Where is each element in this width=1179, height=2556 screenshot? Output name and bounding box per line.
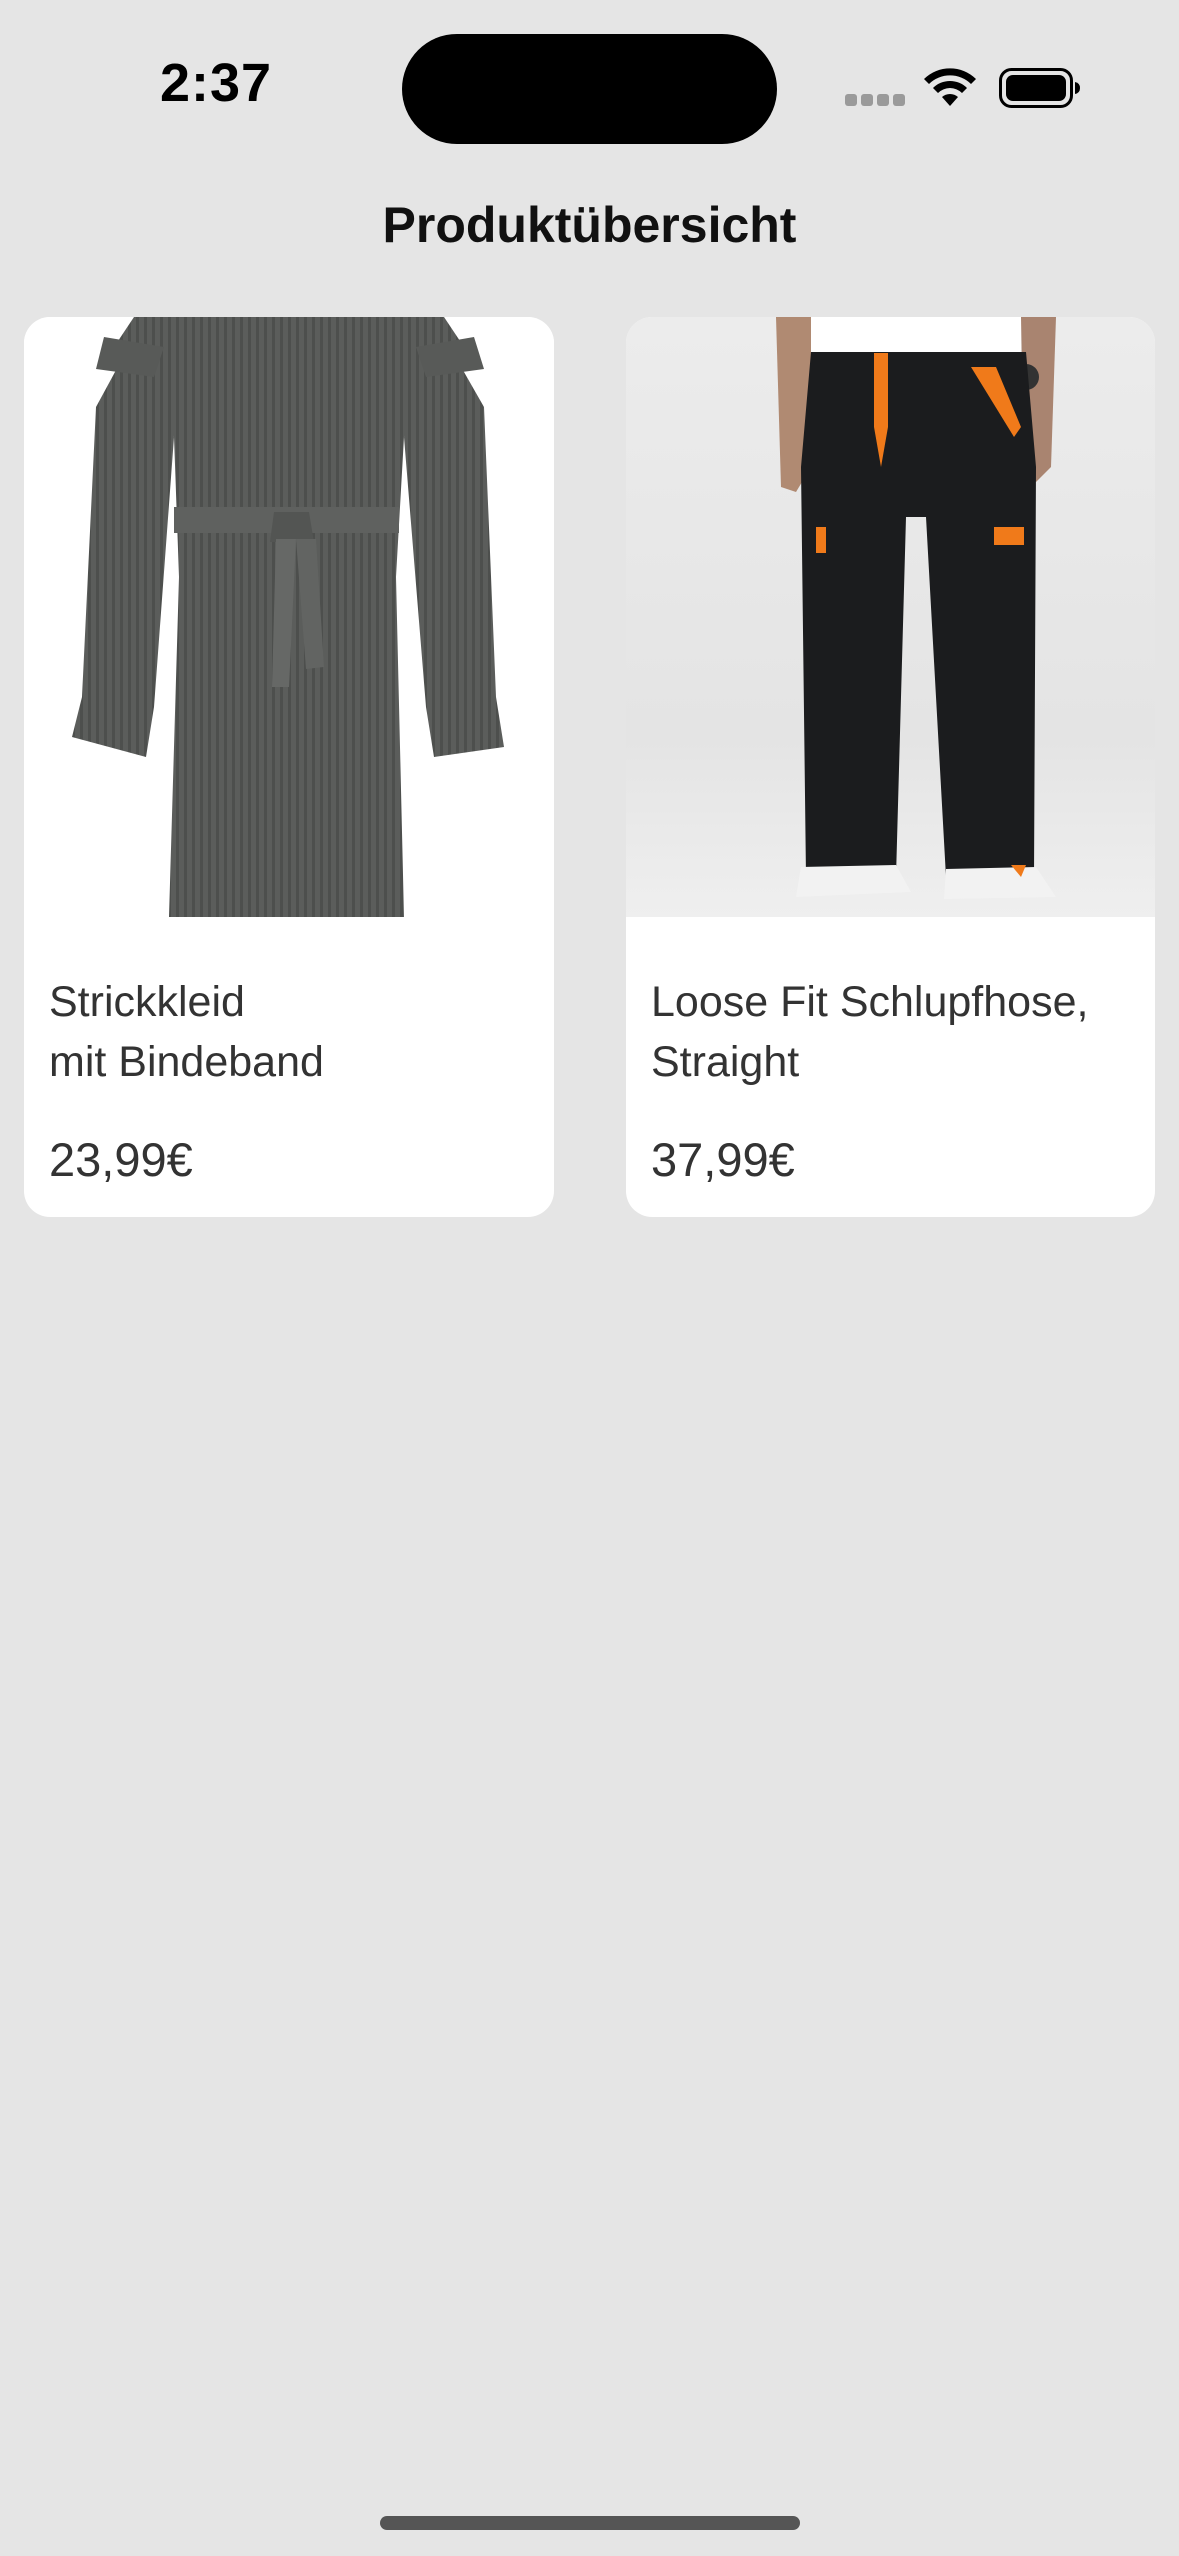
pants-image-icon [776,317,1056,899]
product-name[interactable]: Loose Fit Schlupfhose, Straight [651,972,1141,1092]
status-bar: 2:37 [0,0,1179,170]
cellular-signal-icon [845,94,905,106]
status-time: 2:37 [160,53,273,113]
product-card[interactable]: Loose Fit Schlupfhose, Straight 37,99€ [626,317,1155,1217]
product-image[interactable] [24,317,554,917]
product-card[interactable]: Strickkleid mit Bindeband 23,99€ [24,317,554,1217]
product-image[interactable] [626,317,1155,917]
product-price: 37,99€ [651,1133,795,1186]
dynamic-island [402,34,777,144]
product-name[interactable]: Strickkleid mit Bindeband [49,972,539,1092]
battery-icon [999,68,1080,108]
wifi-icon [924,68,976,106]
page-title: Produktübersicht [382,197,797,253]
dress-image-icon [72,317,504,917]
product-price: 23,99€ [49,1133,193,1186]
home-indicator[interactable] [380,2516,800,2530]
